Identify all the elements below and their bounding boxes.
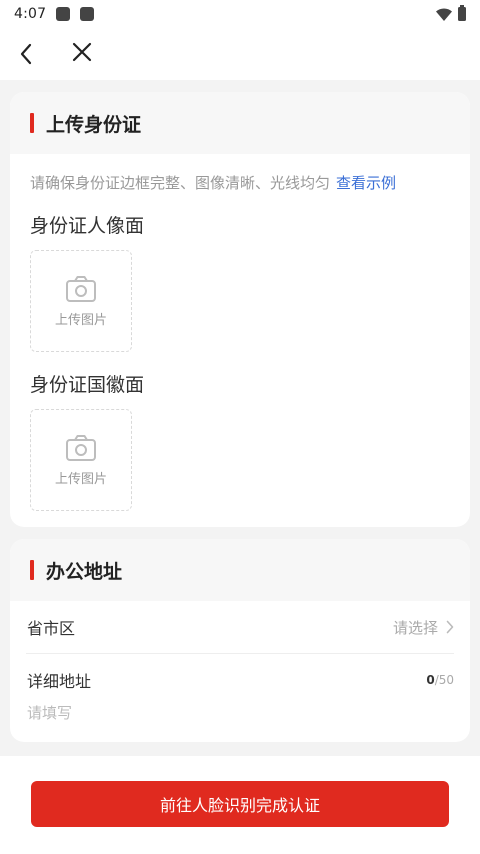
close-icon	[72, 42, 92, 62]
close-button[interactable]	[66, 36, 98, 68]
detail-address-label: 详细地址	[27, 672, 92, 691]
id-upload-header: 上传身份证	[10, 92, 470, 154]
battery-icon	[458, 5, 466, 21]
id-upload-card: 上传身份证 请确保身份证边框完整、图像清晰、光线均匀 查看示例 身份证人像面 上…	[10, 92, 470, 527]
section-marker	[30, 560, 34, 580]
id-front-upload[interactable]: 上传图片	[30, 250, 132, 352]
hint-row: 请确保身份证边框完整、图像清晰、光线均匀 查看示例	[30, 172, 450, 193]
address-card: 办公地址 省市区 请选择 详细地址 0/50	[10, 539, 470, 742]
nav-bar	[0, 28, 480, 80]
upload-text: 上传图片	[54, 312, 107, 328]
region-row[interactable]: 省市区 请选择	[10, 601, 470, 653]
detail-address-input[interactable]	[27, 704, 454, 722]
form-content[interactable]: 上传身份证 请确保身份证边框完整、图像清晰、光线均匀 查看示例 身份证人像面 上…	[0, 80, 480, 760]
face-verify-button[interactable]: 前往人脸识别完成认证	[31, 781, 449, 827]
id-back-label: 身份证国徽面	[30, 374, 145, 396]
id-front-label: 身份证人像面	[30, 215, 145, 237]
region-label: 省市区	[27, 619, 76, 638]
id-back-upload[interactable]: 上传图片	[30, 409, 132, 511]
region-placeholder: 请选择	[392, 618, 438, 637]
status-bar: 4:07	[0, 0, 480, 28]
upload-text: 上传图片	[54, 471, 107, 487]
notification-icon	[80, 7, 95, 21]
section-title: 上传身份证	[46, 113, 142, 136]
wifi-icon	[436, 7, 452, 21]
status-right	[436, 5, 466, 21]
hint-text: 请确保身份证边框完整、图像清晰、光线均匀	[30, 174, 331, 192]
notification-icon	[56, 7, 71, 21]
char-max: /50	[434, 673, 454, 687]
view-example-link[interactable]: 查看示例	[336, 172, 396, 193]
status-time: 4:07	[14, 6, 47, 22]
bottom-bar: 前往人脸识别完成认证	[0, 756, 480, 854]
section-marker	[30, 113, 34, 133]
camera-icon	[66, 434, 96, 461]
char-count: 0	[426, 673, 435, 687]
status-left: 4:07	[14, 6, 95, 22]
char-counter: 0/50	[426, 673, 454, 687]
address-header: 办公地址	[10, 539, 470, 601]
camera-icon	[66, 275, 96, 302]
detail-address-top: 详细地址 0/50	[27, 668, 454, 692]
id-upload-body: 请确保身份证边框完整、图像清晰、光线均匀 查看示例 身份证人像面 上传图片 身份…	[10, 154, 470, 527]
section-title: 办公地址	[46, 560, 123, 583]
chevron-right-icon	[446, 620, 454, 634]
region-select[interactable]: 请选择	[393, 617, 454, 638]
back-button[interactable]	[10, 38, 42, 70]
chevron-left-icon	[20, 43, 32, 65]
detail-address-block: 详细地址 0/50	[10, 654, 470, 742]
